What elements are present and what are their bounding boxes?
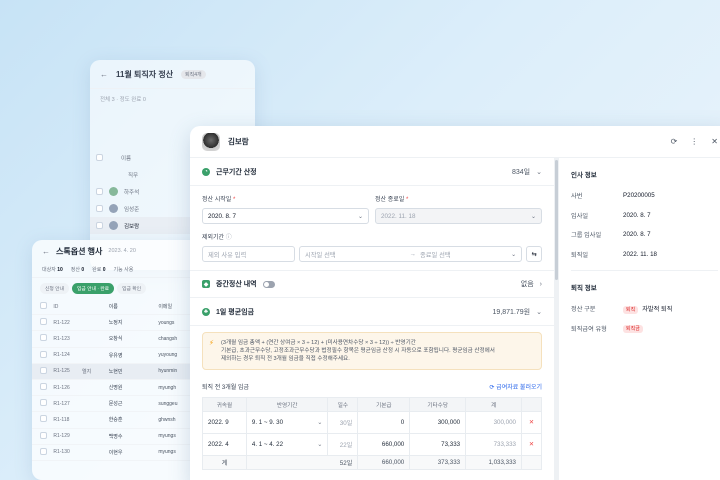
panel-header: ← 11월 퇴직자 정산 퇴직4개	[90, 60, 255, 88]
hr-info-title: 인사 정보	[571, 172, 597, 179]
start-date-select[interactable]: 2020. 8. 7 ⌄	[202, 208, 369, 224]
back-arrow-icon[interactable]: ←	[100, 70, 108, 79]
table-row[interactable]: R1-123 오창식 changsh	[32, 331, 214, 348]
status-badge: 퇴직금	[623, 324, 643, 333]
avatar	[109, 187, 118, 196]
panel-title: 11월 퇴직자 정산	[116, 69, 174, 79]
table-row: 2022. 4 4. 1 ~ 4. 22 ⌄ 22일 660,000 73,333…	[202, 433, 543, 457]
service-period-section[interactable]: ◔ 근무기간 산정 834일 ⌄	[190, 158, 554, 186]
exclude-reason-input[interactable]: 제외 사유 입력	[202, 246, 295, 262]
chip-payment-check[interactable]: 입금 확인	[117, 283, 147, 294]
clock-icon: ◔	[202, 167, 210, 176]
add-period-button[interactable]: ⇆	[526, 246, 542, 262]
close-icon[interactable]: ✕	[711, 137, 718, 146]
load-payroll-link[interactable]: ⟳ 급여자료 불러오기	[489, 382, 542, 391]
employee-detail-panel: 김보람 ⟳ ⋮ ✕ ◔ 근무기간 산정 834일 ⌄ 정산 시작일 * 2020…	[190, 126, 720, 480]
delete-row-icon[interactable]: ✕	[520, 411, 543, 435]
panel-title: 스톡옵션 행사	[56, 246, 103, 256]
delete-row-icon[interactable]: ✕	[520, 433, 543, 457]
tag-icon: ◆	[202, 280, 210, 288]
employee-name: 김보람	[228, 137, 249, 146]
select-all-checkbox[interactable]	[96, 154, 103, 161]
more-icon[interactable]: ⋮	[690, 137, 698, 146]
avatar	[109, 204, 118, 213]
formula-note: ⚡ (3개월 임금 총액 + (연간 상여금 × 3 ÷ 12) + (미사용연…	[202, 332, 542, 371]
panel-header: ← 스톡옵션 행사 2023. 4. 20	[32, 240, 214, 262]
chevron-down-icon: ⌄	[511, 251, 517, 258]
base-pay-input[interactable]: 0	[357, 411, 411, 435]
stats-bar: 대상자 10 정산 0 완료 0 기능 사용	[32, 262, 214, 278]
back-arrow-icon[interactable]: ←	[42, 247, 50, 256]
table-row[interactable]: R1-125 엘지 노현민 hyunmin	[32, 363, 214, 380]
help-icon[interactable]: ⓘ	[226, 235, 232, 241]
avatar	[202, 132, 220, 151]
wage-table: 귀속월 반영기간 일수 기본급 기타수당 계 2022. 9 9. 1 ~ 9.…	[202, 397, 543, 471]
end-date-select[interactable]: 2022. 11. 18 ⌄	[375, 208, 542, 224]
people-icon: ♣	[202, 307, 210, 316]
period-select[interactable]: 9. 1 ~ 9. 30 ⌄	[245, 411, 329, 435]
refresh-icon[interactable]: ⟳	[671, 137, 678, 146]
table-sum-row: 계 52일 660,000 373,333 1,033,333	[202, 455, 543, 471]
panel-badge: 퇴직4개	[181, 69, 206, 79]
info-sidebar: 인사 정보 사번 P20200005 입사일 2020. 8. 7 그룹 입사일 20…	[559, 158, 720, 480]
exclude-period-range[interactable]: 시작일 선택 → 종료일 선택 ⌄	[298, 246, 523, 262]
period-select[interactable]: 4. 1 ~ 4. 22 ⌄	[245, 433, 329, 457]
table-row[interactable]: R1-129 백명수 myungs	[32, 429, 214, 445]
chevron-down-icon: ⌄	[357, 213, 363, 220]
table-row: 2022. 9 9. 1 ~ 9. 30 ⌄ 30일 0 300,000 300,…	[202, 411, 543, 435]
interim-settlement-section[interactable]: ◆ 중간정산 내역 없음 ›	[190, 270, 554, 298]
stock-option-panel: ← 스톡옵션 행사 2023. 4. 20 대상자 10 정산 0 완료 0 기…	[32, 240, 214, 480]
lightning-icon: ⚡	[209, 340, 214, 347]
retire-info-title: 퇴직 정보	[571, 285, 597, 292]
table-row[interactable]: R1-127 문성근 sunggeu	[32, 396, 214, 413]
chevron-down-icon[interactable]: ⌄	[536, 168, 542, 176]
table-row[interactable]: R1-124 유유영 yuyoung	[32, 348, 214, 364]
other-pay-input[interactable]: 73,333	[409, 433, 467, 457]
table-header: ID 이름 이메일	[32, 299, 214, 316]
filter-chips: 신청 안내 입금 안내 · 완료 입금 확인	[32, 278, 214, 299]
chevron-down-icon[interactable]: ⌄	[536, 308, 542, 316]
table-row[interactable]: R1-130 이현우 myungs	[32, 445, 214, 461]
avg-wage-section[interactable]: ♣ 1일 평균임금 19,871.79원 ⌄	[190, 298, 554, 326]
chip-apply-guide[interactable]: 신청 안내	[40, 283, 69, 294]
chevron-right-icon[interactable]: ›	[540, 281, 542, 288]
table-row[interactable]: R1-126 신명원 myungh	[32, 380, 214, 397]
detail-header: 김보람 ⟳ ⋮ ✕	[190, 126, 720, 158]
chip-payment-guide[interactable]: 입금 안내 · 완료	[72, 283, 115, 294]
table-row[interactable]: R1-122 노정지 youngs	[32, 315, 214, 332]
settlement-form: ◔ 근무기간 산정 834일 ⌄ 정산 시작일 * 2020. 8. 7 ⌄ 정산…	[190, 158, 554, 480]
panel-subtitle: 전체 3 · 정도 완료 0	[90, 88, 255, 109]
panel-date: 2023. 4. 20	[108, 248, 136, 254]
avatar	[109, 221, 118, 230]
base-pay-input[interactable]: 660,000	[357, 433, 411, 457]
status-badge: 퇴직	[623, 306, 639, 315]
add-icon: ⇆	[531, 250, 537, 258]
chevron-down-icon: ⌄	[530, 213, 536, 220]
table-row[interactable]: R1-118 한승훈 ghwnsh	[32, 412, 214, 429]
interim-toggle[interactable]	[262, 280, 275, 288]
other-pay-input[interactable]: 300,000	[409, 411, 467, 435]
